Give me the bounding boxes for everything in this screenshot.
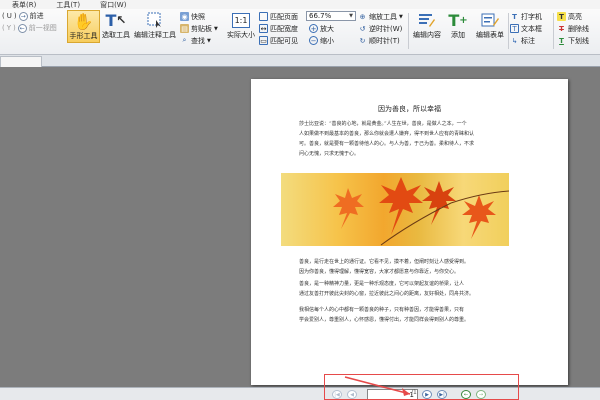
document-tab-strip bbox=[0, 55, 600, 67]
paragraph-1: 莎士比亚说：“善良的心地，就是黄金。”人生在世，善良，是做人之本，一个 人如果做… bbox=[299, 121, 475, 157]
highlight-icon: T bbox=[557, 12, 566, 21]
hand-tool-button[interactable]: ✋ 手形工具 bbox=[67, 10, 100, 43]
paragraph-2: 善良，是行走在世上的通行证。它看不见，摸不着，但阐时刻让人感受得到。 因为你善良… bbox=[299, 259, 470, 275]
strikeout-icon: T bbox=[559, 24, 564, 33]
rotate-cw-button[interactable]: ↻ 顺时针(T) bbox=[358, 35, 400, 46]
chevron-down-icon: ▼ bbox=[349, 13, 353, 19]
camera-icon: ◉ bbox=[180, 12, 189, 21]
snapshot-button[interactable]: ◉ 快照 bbox=[180, 11, 205, 22]
divider bbox=[508, 13, 509, 49]
strikeout-button[interactable]: T 删除线 bbox=[557, 23, 589, 34]
fit-width-button[interactable]: ↔ 匹配宽度 bbox=[259, 23, 298, 34]
clipboard-button[interactable]: ▤ 剪贴板 ▼ bbox=[180, 23, 218, 34]
ribbon-toolbar: (U) → 前进 (Y) ← 前一视图 ✋ 手形工具 T ↖ 选取工具 编辑注释工… bbox=[0, 9, 600, 55]
back-arrow-icon: ← bbox=[17, 23, 27, 33]
callout-button[interactable]: ↳ 标注 bbox=[510, 35, 535, 46]
edit-content-icon bbox=[416, 10, 438, 30]
underline-icon: T bbox=[559, 36, 564, 45]
paragraph-4: 我相信每个人的心中都有一颗善良的种子，只有种善因，才能得善果，只有 学会爱别人，… bbox=[299, 307, 470, 323]
clipboard-icon: ▤ bbox=[180, 24, 189, 33]
forward-button[interactable]: (U) → 前进 bbox=[2, 11, 44, 21]
divider bbox=[553, 13, 554, 49]
actual-size-icon: 1:1 bbox=[230, 10, 252, 30]
chevron-down-icon: ▼ bbox=[399, 13, 403, 20]
menu-bar: 表单(R) 工具(T) 窗口(W) bbox=[0, 0, 600, 9]
typewriter-button[interactable]: T 打字机 bbox=[510, 11, 542, 22]
textbox-button[interactable]: T 文本框 bbox=[510, 23, 542, 34]
pdf-page[interactable]: 因为善良，所以幸福 莎士比亚说：“善良的心地，就是黄金。”人生在世，善良，是做人… bbox=[251, 79, 568, 385]
text-select-icon: T ↖ bbox=[105, 10, 127, 30]
zoom-select[interactable]: 66.7% ▼ bbox=[306, 11, 356, 21]
back-view-button[interactable]: (Y) ← 前一视图 bbox=[2, 23, 57, 33]
zoom-tool-button[interactable]: ⊕ 缩放工具 ▼ bbox=[358, 11, 403, 22]
chevron-down-icon: ▼ bbox=[214, 25, 218, 32]
find-icon: ⌕ bbox=[182, 36, 187, 44]
maple-leaves-image bbox=[281, 173, 509, 246]
callout-icon: ↳ bbox=[511, 36, 518, 45]
document-tab[interactable] bbox=[0, 56, 42, 67]
zoom-in-icon: + bbox=[309, 24, 318, 33]
view-nav-group: (U) → 前进 (Y) ← 前一视图 bbox=[0, 9, 66, 55]
edit-content-button[interactable]: 编辑内容 bbox=[410, 10, 444, 43]
annotate-select-icon bbox=[144, 10, 166, 30]
annotation-arrow bbox=[344, 376, 411, 396]
fit-width-icon: ↔ bbox=[259, 24, 268, 33]
add-text-icon: T + bbox=[448, 10, 468, 30]
rotate-ccw-icon: ↺ bbox=[359, 24, 366, 33]
fit-visible-icon: ▭ bbox=[259, 36, 268, 45]
typewriter-icon: T bbox=[512, 12, 517, 21]
actual-size-button[interactable]: 1:1 实际大小 bbox=[226, 10, 256, 43]
zoom-in-button[interactable]: + 放大 bbox=[309, 23, 334, 34]
document-title: 因为善良，所以幸福 bbox=[378, 105, 441, 113]
fit-page-button[interactable]: 匹配页面 bbox=[259, 11, 298, 22]
zoom-tool-icon: ⊕ bbox=[359, 12, 366, 21]
highlight-button[interactable]: T 高亮 bbox=[557, 11, 582, 22]
forward-arrow-icon: → bbox=[18, 11, 28, 21]
forward-label: 前进 bbox=[29, 12, 44, 20]
menu-item-window[interactable]: 窗口(W) bbox=[100, 0, 126, 9]
fit-visible-button[interactable]: ▭ 匹配可见 bbox=[259, 35, 298, 46]
find-button[interactable]: ⌕ 查找 ▼ bbox=[180, 35, 211, 46]
menu-item-tools[interactable]: 工具(T) bbox=[56, 0, 80, 9]
underline-button[interactable]: T 下划线 bbox=[557, 35, 589, 46]
edit-form-button[interactable]: 编辑表单 bbox=[474, 10, 506, 43]
zoom-out-icon: − bbox=[309, 36, 318, 45]
edit-form-icon bbox=[479, 10, 501, 30]
rotate-cw-icon: ↻ bbox=[359, 36, 366, 45]
fit-page-icon bbox=[259, 12, 268, 21]
chevron-down-icon: ▼ bbox=[207, 37, 211, 44]
textbox-icon: T bbox=[510, 24, 519, 33]
paragraph-3: 善良，是一种精神力量，更是一种乐观态度，它可以架起友谊的桥梁，让人 通过友善打开… bbox=[299, 281, 475, 297]
hand-icon: ✋ bbox=[73, 11, 94, 31]
menu-item-form[interactable]: 表单(R) bbox=[12, 0, 36, 9]
back-view-label: 前一视图 bbox=[28, 24, 57, 32]
zoom-out-button[interactable]: − 缩小 bbox=[309, 35, 334, 46]
rotate-ccw-button[interactable]: ↺ 逆时针(W) bbox=[358, 23, 403, 34]
annotate-tool-button[interactable]: 编辑注释工具 bbox=[133, 10, 177, 43]
select-tool-button[interactable]: T ↖ 选取工具 bbox=[100, 10, 132, 43]
divider bbox=[408, 13, 409, 49]
add-button[interactable]: T + 添加 bbox=[446, 10, 470, 43]
